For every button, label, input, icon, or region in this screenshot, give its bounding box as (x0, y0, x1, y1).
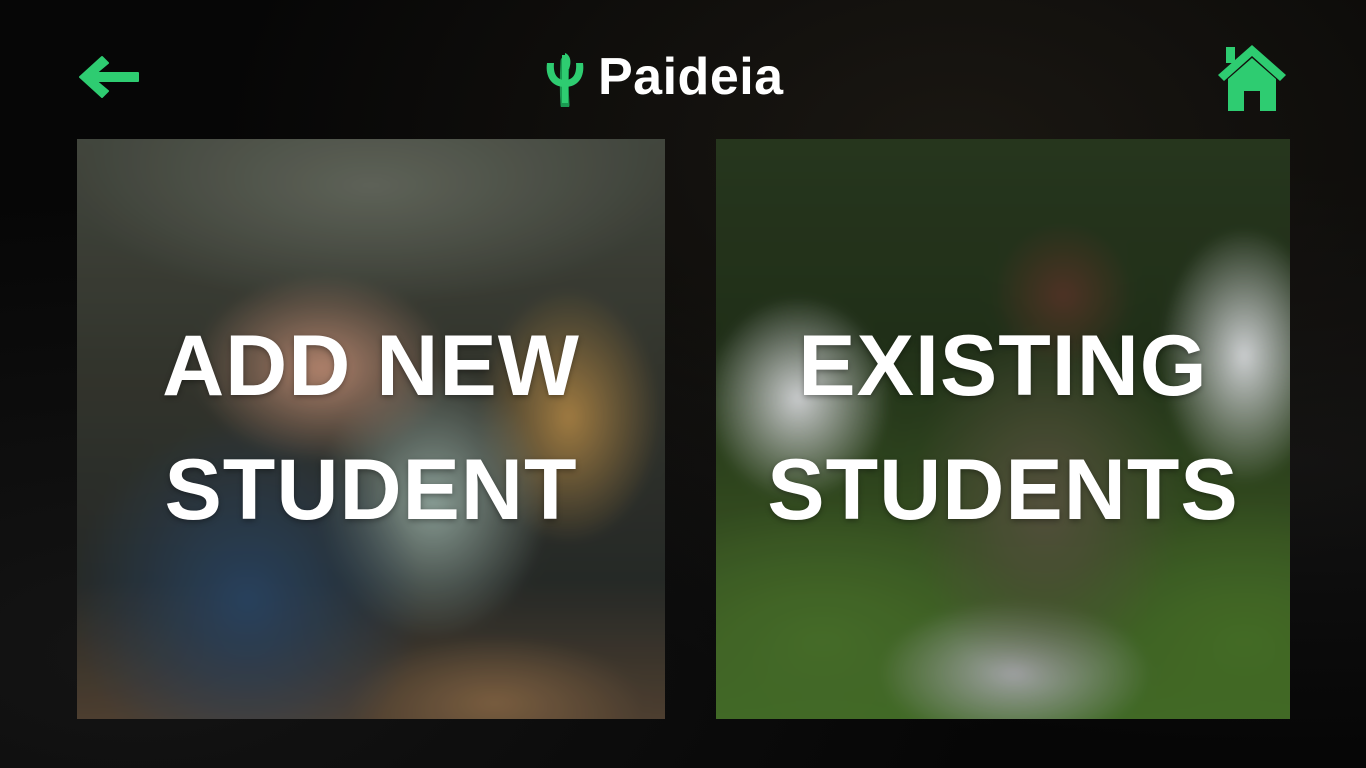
existing-students-label: EXISTING STUDENTS (767, 318, 1239, 538)
add-new-student-card[interactable]: ADD NEW STUDENT (77, 139, 665, 719)
psi-leaf-logo-icon (540, 47, 590, 107)
back-button[interactable] (74, 50, 144, 104)
brand-name: Paideia (598, 48, 784, 106)
add-new-student-label: ADD NEW STUDENT (162, 318, 580, 538)
arrow-left-icon (79, 56, 139, 98)
brand: Paideia (540, 44, 784, 110)
existing-students-card[interactable]: EXISTING STUDENTS (716, 139, 1290, 719)
home-button[interactable] (1212, 40, 1292, 114)
home-icon (1218, 45, 1286, 111)
app-screen: Paideia ADD NEW STUDENT EXISTING STUDENT… (0, 0, 1366, 768)
